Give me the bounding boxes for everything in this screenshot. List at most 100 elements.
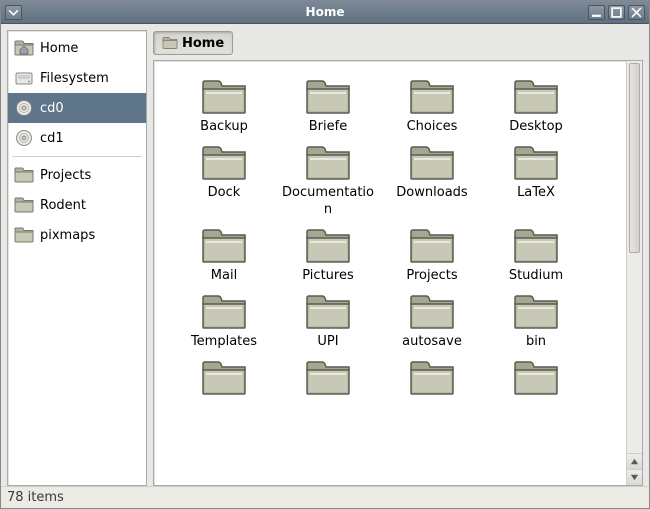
arrow-up-icon [630, 457, 639, 466]
places-sidebar: Home Filesystem cd0 cd1 Projects Rodent pixmap… [7, 30, 147, 486]
statusbar: 78 items [1, 486, 649, 508]
folder-label: Projects [406, 268, 457, 284]
folder-label: LaTeX [517, 185, 555, 201]
folder-item[interactable]: Choices [380, 75, 484, 135]
folder-icon [408, 75, 456, 117]
disc-icon [14, 129, 34, 147]
folder-item[interactable]: Projects [380, 224, 484, 284]
folder-item[interactable]: Mail [172, 224, 276, 284]
folder-item[interactable]: autosave [380, 290, 484, 350]
scrollbar-track[interactable] [627, 61, 642, 453]
folder-icon [408, 290, 456, 332]
folder-label: Backup [200, 119, 248, 135]
folder-item[interactable]: Dock [172, 141, 276, 218]
folder-label: Briefe [309, 119, 347, 135]
folder-item[interactable]: Pictures [276, 224, 380, 284]
window-menu-button[interactable] [5, 5, 22, 20]
folder-icon [200, 224, 248, 266]
scrollbar-down-button[interactable] [627, 469, 642, 485]
folder-label: bin [526, 334, 546, 350]
folder-icon [512, 75, 560, 117]
folder-icon [14, 226, 34, 244]
folder-icon [512, 290, 560, 332]
folder-item[interactable]: UPI [276, 290, 380, 350]
scrollbar-thumb[interactable] [629, 63, 640, 253]
sidebar-item-projects[interactable]: Projects [8, 160, 146, 190]
sidebar-item-cd1[interactable]: cd1 [8, 123, 146, 153]
sidebar-item-label: Projects [40, 168, 91, 183]
folder-item[interactable]: Templates [172, 290, 276, 350]
folder-item[interactable] [172, 356, 276, 398]
sidebar-item-label: cd1 [40, 131, 64, 146]
folder-item[interactable]: Backup [172, 75, 276, 135]
icon-view[interactable]: Backup Briefe Choices Desktop Dock Documentat… [154, 61, 626, 485]
folder-icon [304, 356, 352, 398]
window-title: Home [1, 5, 649, 19]
folder-icon [304, 141, 352, 183]
folder-item[interactable] [276, 356, 380, 398]
sidebar-item-label: Rodent [40, 198, 86, 213]
folder-label: Desktop [509, 119, 563, 135]
folder-item[interactable]: Downloads [380, 141, 484, 218]
sidebar-item-pixmaps[interactable]: pixmaps [8, 220, 146, 250]
disc-icon [14, 99, 34, 117]
folder-icon [200, 75, 248, 117]
main-column: Home Backup Briefe Choices Desktop Dock Docum… [153, 30, 643, 486]
sidebar-item-filesystem[interactable]: Filesystem [8, 63, 146, 93]
folder-item[interactable]: LaTeX [484, 141, 588, 218]
folder-label: Choices [407, 119, 458, 135]
home-icon [14, 39, 34, 57]
folder-icon [162, 36, 178, 50]
vertical-scrollbar[interactable] [626, 61, 642, 485]
folder-item[interactable]: Desktop [484, 75, 588, 135]
pathbar: Home [153, 30, 643, 60]
sidebar-item-label: pixmaps [40, 228, 95, 243]
folder-icon [304, 75, 352, 117]
sidebar-item-label: Filesystem [40, 71, 109, 86]
folder-label: Downloads [396, 185, 467, 201]
folder-item[interactable]: Studium [484, 224, 588, 284]
path-segment-home[interactable]: Home [153, 31, 233, 55]
folder-icon [512, 224, 560, 266]
sidebar-item-label: Home [40, 41, 78, 56]
folder-label: Dock [208, 185, 241, 201]
folder-icon [304, 290, 352, 332]
folder-item[interactable] [484, 356, 588, 398]
folder-icon [512, 141, 560, 183]
folder-icon [512, 356, 560, 398]
folder-label: Pictures [302, 268, 353, 284]
folder-icon [14, 196, 34, 214]
folder-label: UPI [317, 334, 338, 350]
sidebar-item-label: cd0 [40, 101, 64, 116]
maximize-button[interactable] [608, 5, 625, 20]
path-segment-label: Home [182, 36, 224, 51]
folder-icon [200, 290, 248, 332]
sidebar-item-home[interactable]: Home [8, 33, 146, 63]
scrollbar-up-button[interactable] [627, 453, 642, 469]
drive-icon [14, 69, 34, 87]
minimize-button[interactable] [588, 5, 605, 20]
close-button[interactable] [628, 5, 645, 20]
folder-icon [304, 224, 352, 266]
window-body: Home Filesystem cd0 cd1 Projects Rodent pixmap… [1, 24, 649, 486]
sidebar-separator [12, 156, 142, 157]
folder-icon [408, 224, 456, 266]
folder-icon [408, 141, 456, 183]
icon-view-container: Backup Briefe Choices Desktop Dock Documentat… [153, 60, 643, 486]
close-icon [631, 7, 642, 18]
minimize-icon [591, 7, 602, 18]
folder-item[interactable]: Briefe [276, 75, 380, 135]
folder-icon [408, 356, 456, 398]
status-items-count: 78 items [7, 490, 64, 505]
titlebar[interactable]: Home [1, 1, 649, 24]
folder-icon [14, 166, 34, 184]
folder-item[interactable]: bin [484, 290, 588, 350]
sidebar-item-rodent[interactable]: Rodent [8, 190, 146, 220]
folder-item[interactable]: Documentation [276, 141, 380, 218]
folder-label: Templates [191, 334, 257, 350]
file-manager-window: Home Home Filesystem cd0 cd1 Projects Rodent p… [0, 0, 650, 509]
folder-label: Mail [211, 268, 237, 284]
folder-label: Documentation [278, 185, 378, 218]
sidebar-item-cd0[interactable]: cd0 [8, 93, 146, 123]
folder-item[interactable] [380, 356, 484, 398]
